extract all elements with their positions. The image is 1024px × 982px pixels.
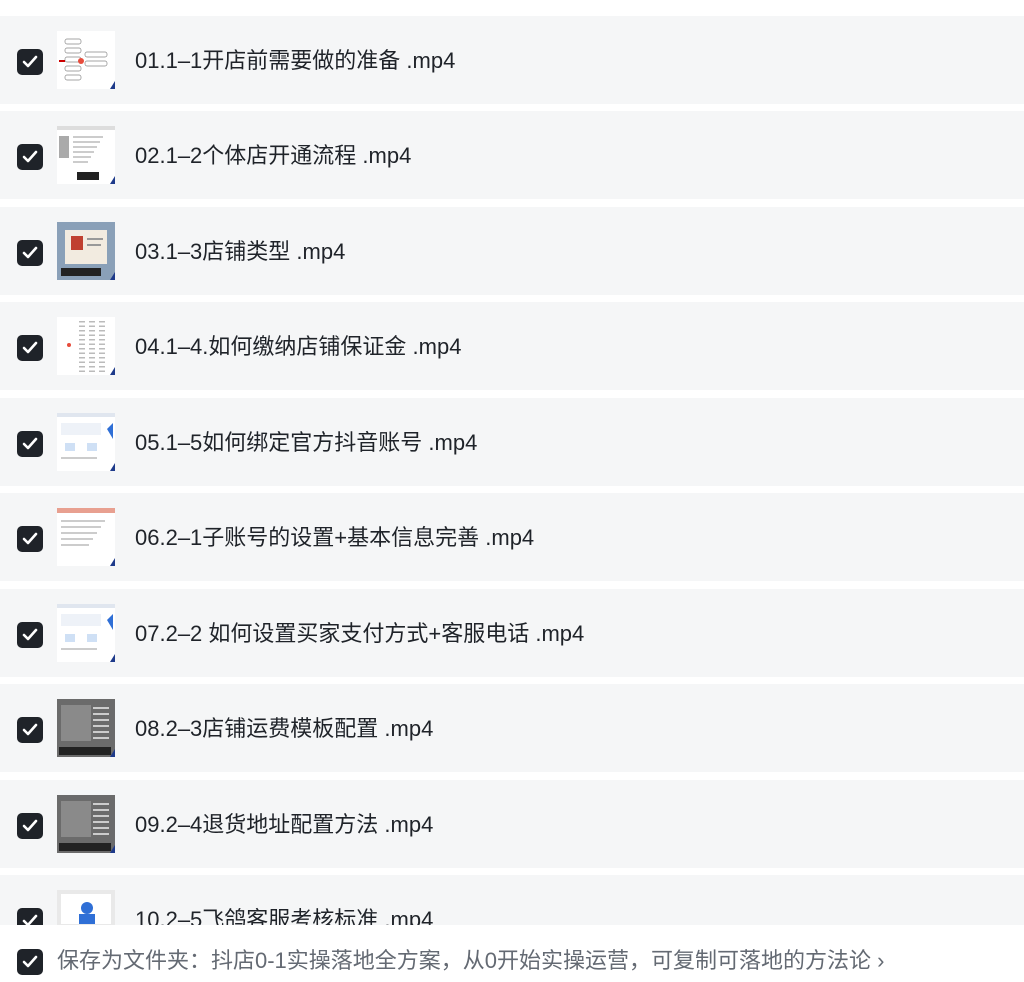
video-thumbnail xyxy=(57,317,115,375)
file-name: 04.1–4.如何缴纳店铺保证金 .mp4 xyxy=(135,334,462,359)
file-name: 07.2–2 如何设置买家支付方式+客服电话 .mp4 xyxy=(135,621,585,646)
video-thumbnail xyxy=(57,31,115,89)
file-name: 06.2–1子账号的设置+基本信息完善 .mp4 xyxy=(135,525,535,550)
checkmark-icon xyxy=(22,150,38,163)
file-checkbox[interactable] xyxy=(17,908,43,925)
file-checkbox[interactable] xyxy=(17,49,43,75)
video-thumbnail xyxy=(57,508,115,566)
checkmark-icon xyxy=(22,628,38,641)
file-row[interactable]: 06.2–1子账号的设置+基本信息完善 .mp4 xyxy=(0,493,1024,581)
file-row[interactable]: 03.1–3店铺类型 .mp4 xyxy=(0,207,1024,295)
file-checkbox[interactable] xyxy=(17,717,43,743)
file-checkbox[interactable] xyxy=(17,526,43,552)
file-list: 01.1–1开店前需要做的准备 .mp4 02.1–2个体店开通流程 .mp4 03… xyxy=(0,0,1024,925)
file-name: 03.1–3店铺类型 .mp4 xyxy=(135,239,346,264)
file-checkbox[interactable] xyxy=(17,622,43,648)
file-name: 10.2–5飞鸽客服考核标准 .mp4 xyxy=(135,907,434,925)
file-row[interactable]: 08.2–3店铺运费模板配置 .mp4 xyxy=(0,684,1024,772)
file-row[interactable]: 04.1–4.如何缴纳店铺保证金 .mp4 xyxy=(0,302,1024,390)
video-thumbnail xyxy=(57,413,115,471)
file-row[interactable]: 01.1–1开店前需要做的准备 .mp4 xyxy=(0,16,1024,104)
save-folder-bar[interactable]: 保存为文件夹：抖店0-1实操落地全方案，从0开始实操运营，可复制可落地的方法论 … xyxy=(0,925,1024,982)
checkmark-icon xyxy=(22,914,38,925)
checkmark-icon xyxy=(22,819,38,832)
checkmark-icon xyxy=(22,55,38,68)
checkmark-icon xyxy=(22,246,38,259)
file-checkbox[interactable] xyxy=(17,240,43,266)
file-row[interactable]: 07.2–2 如何设置买家支付方式+客服电话 .mp4 xyxy=(0,589,1024,677)
file-name: 08.2–3店铺运费模板配置 .mp4 xyxy=(135,716,434,741)
file-row[interactable]: 02.1–2个体店开通流程 .mp4 xyxy=(0,111,1024,199)
video-thumbnail xyxy=(57,795,115,853)
video-thumbnail xyxy=(57,604,115,662)
save-folder-label[interactable]: 保存为文件夹：抖店0-1实操落地全方案，从0开始实操运营，可复制可落地的方法论 … xyxy=(57,948,884,974)
file-name: 01.1–1开店前需要做的准备 .mp4 xyxy=(135,48,456,73)
checkmark-icon xyxy=(22,723,38,736)
video-thumbnail xyxy=(57,126,115,184)
checkmark-icon xyxy=(22,532,38,545)
file-row[interactable]: 10.2–5飞鸽客服考核标准 .mp4 xyxy=(0,875,1024,925)
video-thumbnail xyxy=(57,699,115,757)
file-row[interactable]: 05.1–5如何绑定官方抖音账号 .mp4 xyxy=(0,398,1024,486)
file-name: 02.1–2个体店开通流程 .mp4 xyxy=(135,143,412,168)
checkmark-icon xyxy=(22,955,38,968)
file-name: 05.1–5如何绑定官方抖音账号 .mp4 xyxy=(135,430,478,455)
file-checkbox[interactable] xyxy=(17,431,43,457)
file-row[interactable]: 09.2–4退货地址配置方法 .mp4 xyxy=(0,780,1024,868)
video-thumbnail xyxy=(57,222,115,280)
file-checkbox[interactable] xyxy=(17,813,43,839)
save-folder-checkbox[interactable] xyxy=(17,949,43,975)
video-thumbnail xyxy=(57,890,115,925)
checkmark-icon xyxy=(22,341,38,354)
file-name: 09.2–4退货地址配置方法 .mp4 xyxy=(135,812,434,837)
file-checkbox[interactable] xyxy=(17,335,43,361)
checkmark-icon xyxy=(22,437,38,450)
file-checkbox[interactable] xyxy=(17,144,43,170)
